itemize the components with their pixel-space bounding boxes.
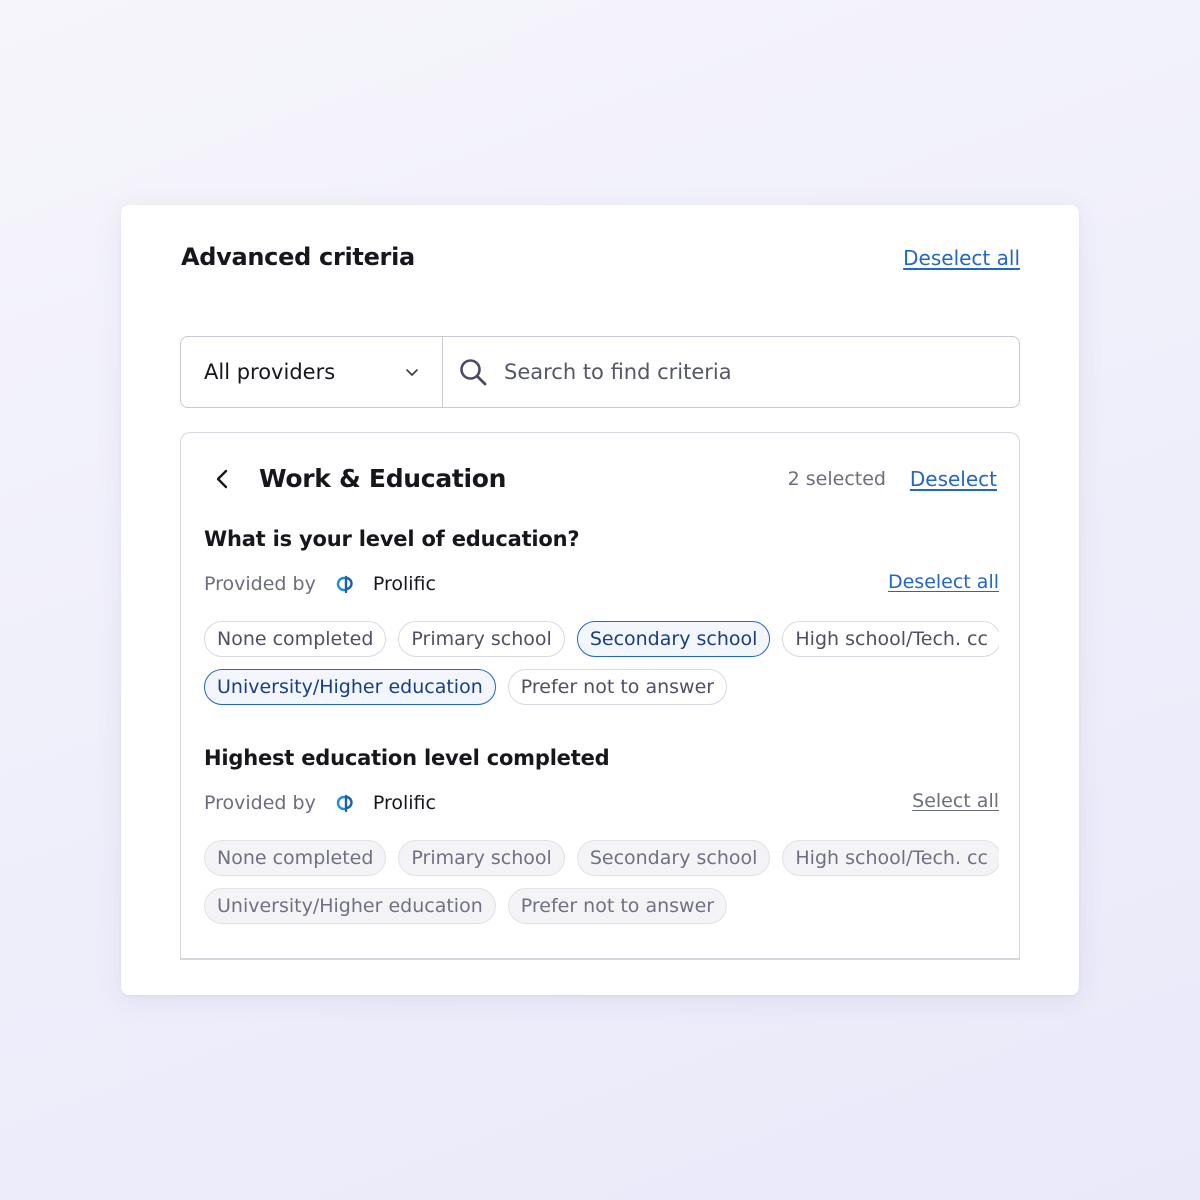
provided-by-row: Provided by Prolific Select all	[204, 788, 999, 818]
question-highest-education: Highest education level completed Provid…	[204, 746, 999, 936]
provided-by-label: Provided by	[204, 573, 316, 595]
question-education-level: What is your level of education? Provide…	[204, 527, 999, 717]
question-select-all-link[interactable]: Select all	[912, 790, 999, 812]
criteria-panel: Work & Education 2 selected Deselect Wha…	[180, 432, 1020, 960]
provider-dropdown-value: All providers	[204, 360, 336, 384]
category-title: Work & Education	[259, 464, 507, 493]
chevron-down-icon	[406, 369, 418, 376]
selected-count: 2 selected	[787, 468, 886, 490]
question-title: Highest education level completed	[204, 746, 610, 770]
option-chip[interactable]: University/Higher education	[204, 888, 496, 924]
panel-divider	[180, 958, 1020, 960]
panel-header: Work & Education 2 selected Deselect	[181, 461, 1019, 497]
provider-dropdown[interactable]: All providers	[181, 337, 443, 407]
option-chip[interactable]: Primary school	[398, 621, 565, 657]
search-icon	[460, 359, 487, 386]
question-deselect-all-link[interactable]: Deselect all	[888, 571, 999, 593]
provided-by-label: Provided by	[204, 792, 316, 814]
provider-name: Prolific	[372, 792, 436, 814]
deselect-all-link[interactable]: Deselect all	[903, 246, 1020, 270]
option-chip[interactable]: High school/Tech. cc	[782, 840, 999, 876]
option-chip[interactable]: None completed	[204, 840, 387, 876]
option-chip[interactable]: None completed	[204, 621, 387, 657]
search-box	[443, 337, 1019, 407]
chevron-left-icon[interactable]	[209, 465, 237, 493]
option-chip[interactable]: University/Higher education	[204, 669, 496, 705]
question-title: What is your level of education?	[204, 527, 580, 551]
deselect-category-link[interactable]: Deselect	[910, 461, 997, 497]
option-chip[interactable]: High school/Tech. cc	[782, 621, 999, 657]
option-chips: None completed Primary school Secondary …	[204, 840, 999, 936]
card-title: Advanced criteria	[181, 243, 415, 271]
option-chip[interactable]: Prefer not to answer	[507, 888, 728, 924]
option-chip[interactable]: Primary school	[398, 840, 565, 876]
option-chip[interactable]: Secondary school	[576, 621, 771, 657]
search-input[interactable]	[504, 360, 984, 384]
option-chip[interactable]: Secondary school	[576, 840, 771, 876]
option-chips: None completed Primary school Secondary …	[204, 621, 999, 717]
option-chip[interactable]: Prefer not to answer	[507, 669, 728, 705]
advanced-criteria-card: Advanced criteria Deselect all All provi…	[121, 205, 1079, 995]
provided-by-row: Provided by Prolific Deselect all	[204, 569, 999, 599]
prolific-logo-icon	[336, 794, 353, 813]
prolific-logo-icon	[336, 575, 353, 594]
provider-name: Prolific	[372, 573, 436, 595]
filter-bar: All providers	[180, 336, 1020, 408]
